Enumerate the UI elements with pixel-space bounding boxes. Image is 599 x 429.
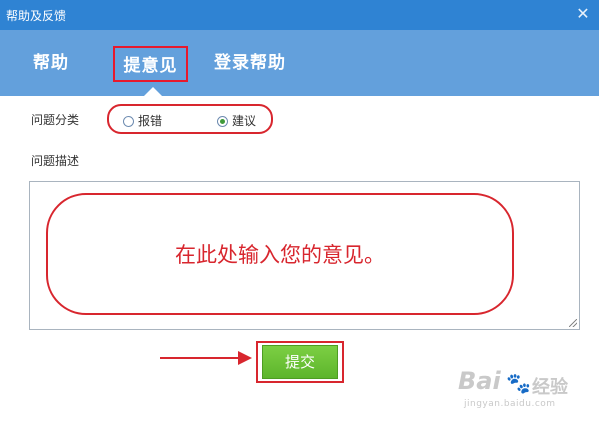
submit-button[interactable]: 提交 xyxy=(262,345,338,379)
tab-bar: 帮助 提意见 登录帮助 xyxy=(0,30,599,96)
close-icon[interactable]: ✕ xyxy=(573,4,593,24)
radio-suggestion-label: 建议 xyxy=(232,114,257,128)
annotation-bubble: 在此处输入您的意见。 xyxy=(46,193,514,315)
annotation-arrow-icon xyxy=(238,351,252,365)
radio-checked-icon xyxy=(217,116,228,127)
watermark-brand-left: Bai xyxy=(458,367,501,395)
active-tab-indicator xyxy=(144,87,162,96)
watermark-url: jingyan.baidu.com xyxy=(464,399,556,409)
window-title: 帮助及反馈 xyxy=(6,9,67,23)
annotation-text: 在此处输入您的意见。 xyxy=(175,243,385,267)
description-label: 问题描述 xyxy=(31,154,80,168)
category-label: 问题分类 xyxy=(31,113,80,127)
annotation-arrow-line xyxy=(160,357,244,359)
resize-grip-icon[interactable] xyxy=(569,319,577,327)
category-radio-group: 报错 建议 xyxy=(107,104,273,134)
tab-help[interactable]: 帮助 xyxy=(33,46,69,80)
tab-login-help[interactable]: 登录帮助 xyxy=(214,46,286,80)
radio-error-report[interactable]: 报错 xyxy=(123,112,162,129)
watermark: Bai 🐾 经验 jingyan.baidu.com xyxy=(458,367,588,415)
radio-unchecked-icon xyxy=(123,116,134,127)
paw-icon: 🐾 xyxy=(506,371,531,395)
radio-suggestion[interactable]: 建议 xyxy=(217,112,256,129)
title-bar: 帮助及反馈 ✕ xyxy=(0,0,599,30)
radio-error-report-label: 报错 xyxy=(138,114,163,128)
tab-feedback[interactable]: 提意见 xyxy=(113,46,188,82)
watermark-brand-right: 经验 xyxy=(532,377,568,398)
